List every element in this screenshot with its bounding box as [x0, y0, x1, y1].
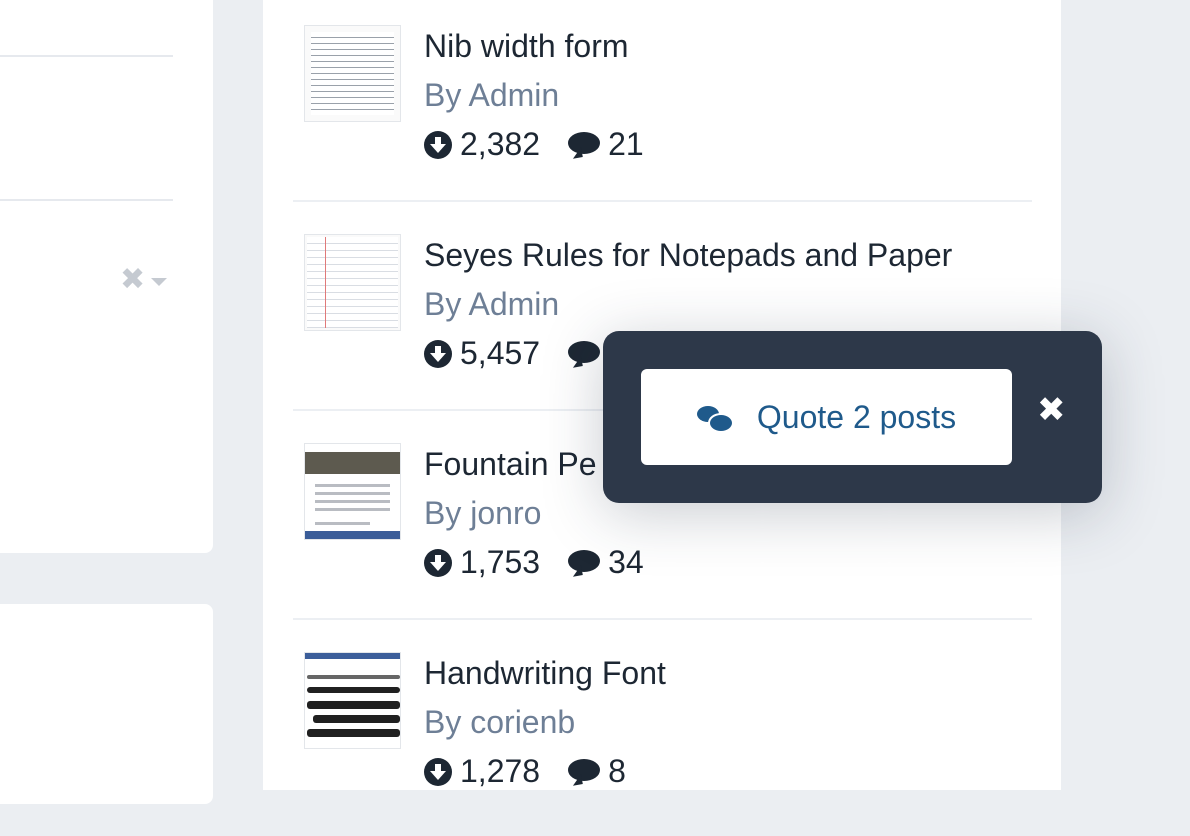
item-title[interactable]: Nib width form [424, 28, 629, 65]
item-stats: 1,753 34 [424, 544, 672, 581]
comments-icon [696, 403, 734, 433]
filter-clear-control[interactable]: ✖ [120, 265, 168, 295]
multiquote-popup: Quote 2 posts ✖ [603, 331, 1102, 503]
item-author[interactable]: By corienb [424, 704, 575, 741]
close-icon[interactable]: ✖ [1037, 393, 1066, 427]
comment-bubble-icon [568, 549, 601, 576]
chevron-down-icon[interactable] [151, 278, 168, 286]
file-thumbnail[interactable] [304, 443, 401, 540]
download-count: 2,382 [460, 126, 541, 162]
item-author[interactable]: By Admin [424, 286, 559, 323]
file-thumbnail[interactable] [304, 652, 401, 749]
download-count: 5,457 [460, 335, 541, 371]
divider [293, 618, 1032, 620]
comment-bubble-icon [568, 131, 601, 158]
item-stats: 1,278 8 [424, 753, 654, 790]
download-circle-icon [424, 339, 452, 368]
list-item[interactable]: Handwriting Font By corienb 1,278 8 [293, 627, 1032, 836]
item-author[interactable]: By jonro [424, 495, 541, 532]
item-title[interactable]: Seyes Rules for Notepads and Paper [424, 237, 952, 274]
left-sidebar-card-2 [0, 604, 213, 804]
download-count: 1,753 [460, 544, 541, 580]
comment-bubble-icon [568, 758, 601, 785]
file-thumbnail[interactable] [304, 234, 401, 331]
comment-count: 34 [608, 544, 644, 580]
download-circle-icon [424, 548, 452, 577]
item-author[interactable]: By Admin [424, 77, 559, 114]
item-title[interactable]: Fountain Pe [424, 446, 597, 483]
item-stats: 2,382 21 [424, 126, 672, 163]
file-thumbnail[interactable] [304, 25, 401, 122]
divider [0, 199, 173, 201]
comment-count: 21 [608, 126, 644, 162]
clear-x-icon[interactable]: ✖ [120, 265, 145, 295]
quote-button-label: Quote 2 posts [756, 398, 957, 435]
quote-posts-button[interactable]: Quote 2 posts [641, 369, 1012, 465]
download-count: 1,278 [460, 753, 541, 789]
left-sidebar-card: ✖ [0, 0, 213, 553]
divider [0, 55, 173, 57]
download-circle-icon [424, 757, 452, 786]
item-title[interactable]: Handwriting Font [424, 655, 666, 692]
comment-bubble-icon [568, 340, 601, 367]
list-item[interactable]: Nib width form By Admin 2,382 21 [293, 0, 1032, 209]
divider [293, 200, 1032, 202]
download-circle-icon [424, 130, 452, 159]
comment-count: 8 [608, 753, 626, 789]
